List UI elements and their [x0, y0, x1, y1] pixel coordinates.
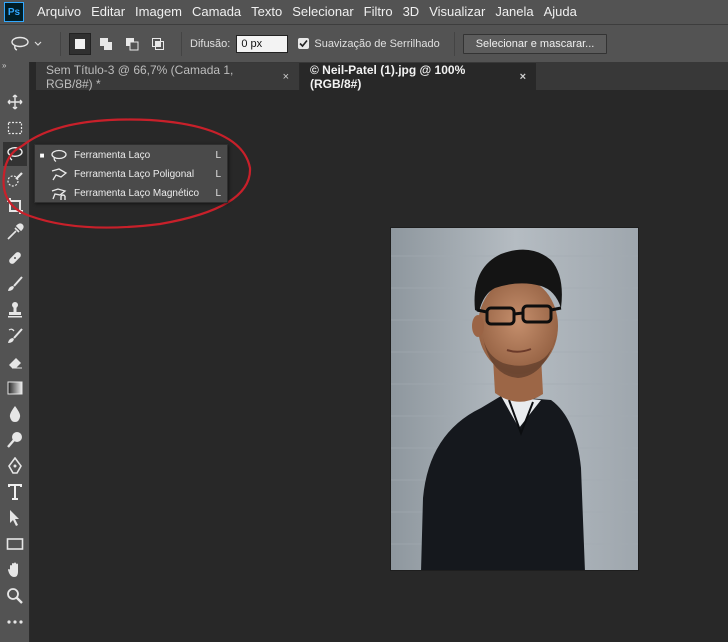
intersect-selection-icon: [152, 37, 164, 50]
more-tools-icon[interactable]: [3, 610, 27, 634]
dodge-icon[interactable]: [3, 428, 27, 452]
menu-texto[interactable]: Texto: [246, 0, 287, 24]
brush-tool-icon[interactable]: [3, 272, 27, 296]
marquee-tool-icon[interactable]: [3, 116, 27, 140]
menu-item-lasso[interactable]: ■ Ferramenta Laço L: [35, 146, 227, 165]
rectangle-tool-icon[interactable]: [3, 532, 27, 556]
shortcut-label: L: [215, 150, 221, 161]
menu-ajuda[interactable]: Ajuda: [539, 0, 582, 24]
menu-3d[interactable]: 3D: [398, 0, 425, 24]
move-tool-icon[interactable]: [3, 90, 27, 114]
menu-janela[interactable]: Janela: [490, 0, 538, 24]
tab-sem-titulo-3[interactable]: Sem Título-3 @ 66,7% (Camada 1, RGB/8#) …: [36, 62, 300, 91]
lasso-icon: [49, 148, 69, 164]
type-tool-icon[interactable]: [3, 480, 27, 504]
history-brush-icon[interactable]: [3, 324, 27, 348]
subtract-selection-icon: [126, 37, 139, 50]
menu-item-label: Ferramenta Laço Poligonal: [74, 169, 195, 180]
menu-item-label: Ferramenta Laço Magnético: [74, 188, 200, 199]
menu-item-magnetic-lasso[interactable]: Ferramenta Laço Magnético L: [35, 184, 227, 203]
chevron-down-icon: [34, 41, 42, 46]
menu-item-label: Ferramenta Laço: [74, 150, 151, 161]
document-tabs: Sem Título-3 @ 66,7% (Camada 1, RGB/8#) …: [36, 62, 728, 91]
divider: [453, 31, 455, 56]
intersect-selection-button[interactable]: [147, 33, 169, 55]
selected-bullet-icon: ■: [39, 151, 45, 160]
menu-visualizar[interactable]: Visualizar: [424, 0, 490, 24]
collapse-panel-icon[interactable]: »: [0, 62, 29, 72]
antialias-checkbox[interactable]: [298, 38, 310, 49]
quick-selection-icon[interactable]: [3, 168, 27, 192]
menu-item-polygonal-lasso[interactable]: Ferramenta Laço Poligonal L: [35, 165, 227, 184]
tab-title: Sem Título-3 @ 66,7% (Camada 1, RGB/8#) …: [46, 62, 234, 91]
close-icon[interactable]: ×: [283, 71, 289, 83]
close-icon[interactable]: ×: [520, 71, 526, 83]
antialias-label: Suavização de Serrilhado: [314, 37, 440, 50]
divider: [60, 31, 61, 56]
pen-tool-icon[interactable]: [3, 454, 27, 478]
magnetic-lasso-icon: [49, 186, 69, 202]
feather-label: Difusão:: [190, 37, 231, 50]
polygonal-lasso-icon: [49, 167, 69, 183]
lasso-icon: [11, 36, 29, 51]
menu-camada[interactable]: Camada: [187, 0, 246, 24]
shortcut-label: L: [215, 169, 221, 180]
blur-icon[interactable]: [3, 402, 27, 426]
healing-brush-icon[interactable]: [3, 246, 27, 270]
document-image[interactable]: [390, 227, 639, 571]
photoshop-logo: Ps: [4, 2, 24, 22]
tool-preset-picker[interactable]: [10, 29, 52, 59]
menu-bar: Ps Arquivo Editar Imagem Camada Texto Se…: [0, 0, 728, 24]
checkmark-icon: [299, 39, 308, 48]
new-selection-button[interactable]: [69, 32, 91, 55]
menu-imagem[interactable]: Imagem: [130, 0, 187, 24]
shortcut-label: L: [215, 188, 221, 199]
options-bar: Difusão: Suavização de Serrilhado Seleci…: [0, 24, 728, 62]
select-and-mask-button[interactable]: Selecionar e mascarar...: [462, 33, 608, 54]
gradient-icon[interactable]: [3, 376, 27, 400]
menu-filtro[interactable]: Filtro: [359, 0, 398, 24]
portrait-photo: [391, 228, 638, 570]
tools-panel: »: [0, 62, 30, 642]
lasso-tools-flyout: ■ Ferramenta Laço L Ferramenta Laço Poli…: [34, 144, 228, 203]
lasso-tool-icon[interactable]: [3, 142, 27, 166]
feather-input[interactable]: [236, 34, 289, 53]
eraser-icon[interactable]: [3, 350, 27, 374]
zoom-tool-icon[interactable]: [3, 584, 27, 608]
eyedropper-icon[interactable]: [3, 220, 27, 244]
menu-arquivo[interactable]: Arquivo: [32, 0, 86, 24]
tab-neil-patel[interactable]: © Neil-Patel (1).jpg @ 100% (RGB/8#) ×: [300, 62, 536, 91]
hand-tool-icon[interactable]: [3, 558, 27, 582]
add-selection-icon: [100, 37, 112, 50]
tab-title: © Neil-Patel (1).jpg @ 100% (RGB/8#): [310, 62, 466, 91]
path-selection-icon[interactable]: [3, 506, 27, 530]
crop-tool-icon[interactable]: [3, 194, 27, 218]
new-selection-icon: [75, 38, 85, 49]
menu-selecionar[interactable]: Selecionar: [287, 0, 358, 24]
clone-stamp-icon[interactable]: [3, 298, 27, 322]
divider: [181, 31, 182, 56]
subtract-from-selection-button[interactable]: [121, 33, 143, 55]
menu-editar[interactable]: Editar: [86, 0, 130, 24]
add-to-selection-button[interactable]: [95, 33, 117, 55]
